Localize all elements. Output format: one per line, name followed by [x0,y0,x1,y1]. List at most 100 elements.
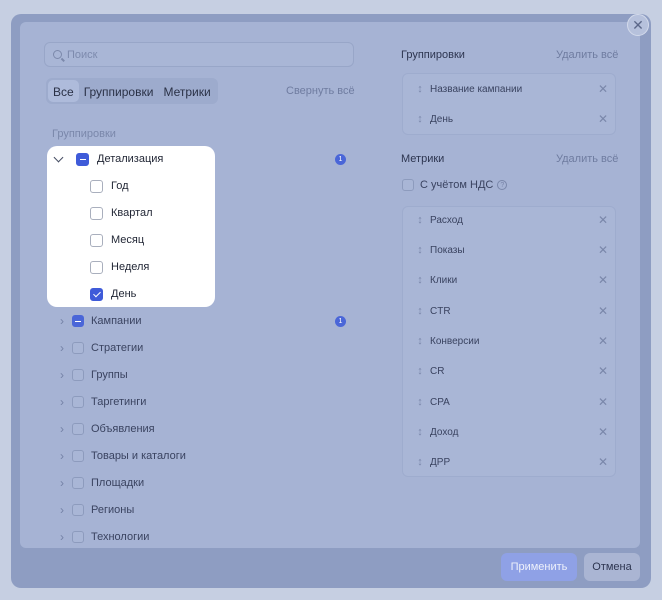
filter-tabs: Все Группировки Метрики [46,78,218,104]
clear-groupings-link[interactable]: Удалить всё [556,49,618,61]
selected-metric-item[interactable]: ↕ CPA ✕ [410,392,610,412]
campaigns-checkbox[interactable] [72,315,84,327]
chevron-right-icon[interactable]: › [52,422,72,436]
remove-icon[interactable]: ✕ [596,273,610,287]
cancel-button[interactable]: Отмена [584,553,640,581]
tree-item-label: Площадки [91,477,145,489]
targetings-checkbox[interactable] [72,396,84,408]
tree-subitem-week[interactable]: Неделя [90,257,149,277]
remove-icon[interactable]: ✕ [596,455,610,469]
tree-subitem-month[interactable]: Месяц [90,230,144,250]
remove-icon[interactable]: ✕ [596,112,610,126]
search-placeholder: Поиск [67,48,98,61]
chevron-right-icon[interactable]: › [52,368,72,382]
drag-handle-icon[interactable]: ↕ [410,396,430,408]
chevron-right-icon[interactable]: › [52,449,72,463]
drag-handle-icon[interactable]: ↕ [410,83,430,95]
remove-icon[interactable]: ✕ [596,364,610,378]
products-checkbox[interactable] [72,450,84,462]
drag-handle-icon[interactable]: ↕ [410,244,430,256]
remove-icon[interactable]: ✕ [596,395,610,409]
tree-item-placements[interactable]: › Площадки [52,473,144,493]
tab-metrics[interactable]: Метрики [158,80,215,102]
tab-groupings[interactable]: Группировки [79,80,159,102]
detail-group-panel: Детализация Год Квартал Месяц Неделя Ден… [47,146,215,307]
remove-icon[interactable]: ✕ [596,425,610,439]
vat-toggle[interactable]: С учётом НДС ? [402,179,508,191]
tree-item-targetings[interactable]: › Таргетинги [52,392,146,412]
month-checkbox[interactable] [90,233,103,247]
tree-item-strategies[interactable]: › Стратегии [52,338,143,358]
drag-handle-icon[interactable]: ↕ [410,456,430,468]
tree-item-label: Регионы [91,504,135,516]
selected-metric-item[interactable]: ↕ CTR ✕ [410,301,610,321]
tree-subitem-day[interactable]: День [90,284,136,304]
remove-icon[interactable]: ✕ [596,304,610,318]
week-checkbox[interactable] [90,260,103,274]
placements-checkbox[interactable] [72,477,84,489]
selected-metric-item[interactable]: ↕ ДРР ✕ [410,452,610,472]
drag-handle-icon[interactable]: ↕ [410,113,430,125]
quarter-checkbox[interactable] [90,206,103,220]
chevron-right-icon[interactable]: › [52,341,72,355]
tree-item-products[interactable]: › Товары и каталоги [52,446,186,466]
selected-metric-item[interactable]: ↕ Показы ✕ [410,240,610,260]
tree-item-label: Товары и каталоги [91,450,186,462]
drag-handle-icon[interactable]: ↕ [410,426,430,438]
groups-checkbox[interactable] [72,369,84,381]
collapse-all-link[interactable]: Свернуть всё [286,85,355,97]
day-checkbox[interactable] [90,287,103,301]
chevron-right-icon[interactable]: › [52,395,72,409]
vat-checkbox[interactable] [402,179,414,191]
apply-button[interactable]: Применить [501,553,577,581]
close-icon[interactable]: ✕ [627,14,649,36]
tree-item-groups[interactable]: › Группы [52,365,128,385]
tree-item-label: Кампании [91,315,142,327]
selected-metric-item[interactable]: ↕ Клики ✕ [410,270,610,290]
ads-checkbox[interactable] [72,423,84,435]
tree-item-label: Детализация [97,153,164,165]
tab-all[interactable]: Все [48,80,79,102]
drag-handle-icon[interactable]: ↕ [410,214,430,226]
detail-count-badge: 1 [335,154,346,165]
search-input[interactable]: Поиск [44,42,354,67]
clear-metrics-link[interactable]: Удалить всё [556,153,618,165]
selected-metric-item[interactable]: ↕ Расход ✕ [410,210,610,230]
selected-metric-item[interactable]: ↕ Доход ✕ [410,422,610,442]
technologies-checkbox[interactable] [72,531,84,543]
tree-item-technologies[interactable]: › Технологии [52,527,149,547]
tree-item-label: Технологии [91,531,150,543]
selected-grouping-item[interactable]: ↕ День ✕ [410,109,610,129]
tree-subitem-label: Квартал [111,207,153,219]
drag-handle-icon[interactable]: ↕ [410,365,430,377]
chevron-right-icon[interactable]: › [52,476,72,490]
selected-metric-item[interactable]: ↕ CR ✕ [410,361,610,381]
tree-item-ads[interactable]: › Объявления [52,419,155,439]
tree-subitem-year[interactable]: Год [90,176,129,196]
selected-grouping-item[interactable]: ↕ Название кампании ✕ [410,79,610,99]
chevron-right-icon[interactable]: › [52,503,72,517]
remove-icon[interactable]: ✕ [596,334,610,348]
year-checkbox[interactable] [90,179,103,193]
regions-checkbox[interactable] [72,504,84,516]
tree-subitem-quarter[interactable]: Квартал [90,203,153,223]
drag-handle-icon[interactable]: ↕ [410,274,430,286]
drag-handle-icon[interactable]: ↕ [410,335,430,347]
tree-item-campaigns[interactable]: › Кампании [52,311,142,331]
campaigns-count-badge: 1 [335,316,346,327]
selected-metric-item[interactable]: ↕ Конверсии ✕ [410,331,610,351]
chevron-right-icon[interactable]: › [52,314,72,328]
detail-checkbox[interactable] [76,152,89,166]
info-icon[interactable]: ? [497,180,508,190]
remove-icon[interactable]: ✕ [596,82,610,96]
tree-item-detail[interactable]: Детализация [53,149,163,169]
remove-icon[interactable]: ✕ [596,243,610,257]
tree-item-regions[interactable]: › Регионы [52,500,134,520]
drag-handle-icon[interactable]: ↕ [410,305,430,317]
chevron-right-icon[interactable]: › [52,530,72,544]
chevron-down-icon[interactable] [53,153,66,166]
tree-item-label: Стратегии [91,342,144,354]
strategies-checkbox[interactable] [72,342,84,354]
remove-icon[interactable]: ✕ [596,213,610,227]
groupings-section-label: Группировки [52,128,116,140]
